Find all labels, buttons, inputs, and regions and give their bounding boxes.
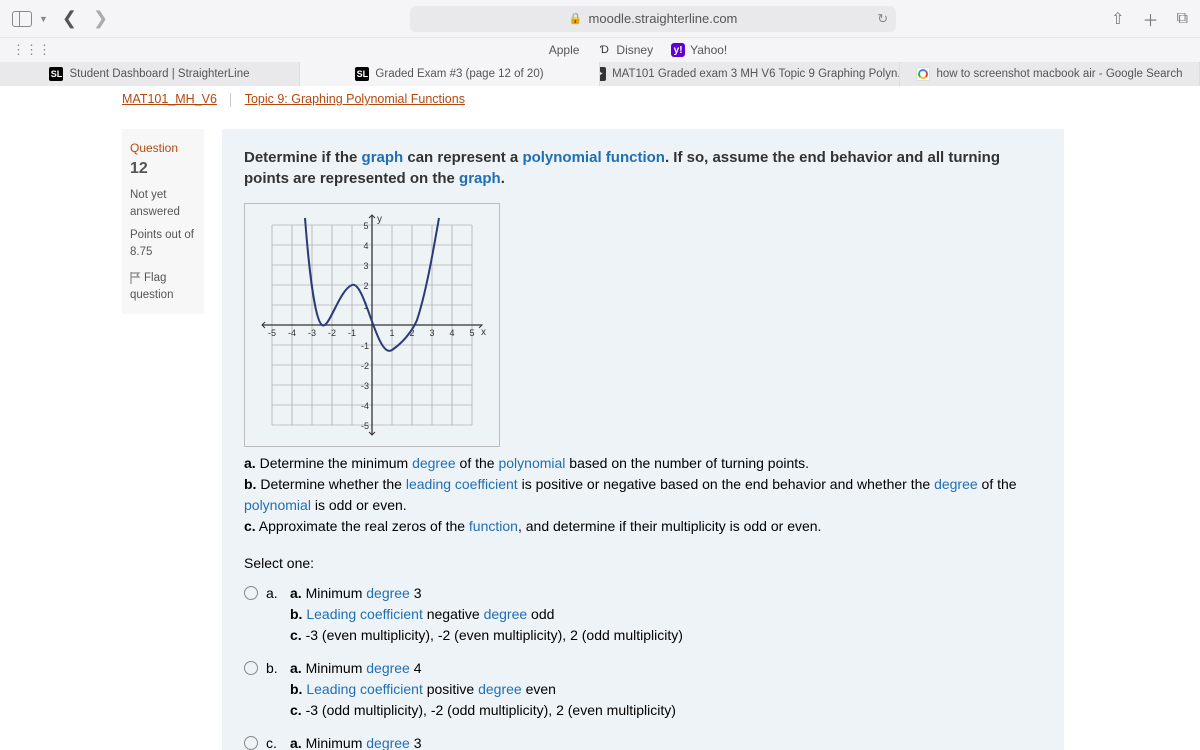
- radio-c[interactable]: [244, 736, 258, 750]
- svg-text:3: 3: [363, 261, 368, 271]
- svg-text:1: 1: [389, 328, 394, 338]
- tab-overview-icon[interactable]: ⧉: [1177, 10, 1188, 28]
- graph-image: xy -5-4-3-2-1 12345 54321 -1-2-3-4-5: [244, 203, 500, 447]
- link-graph[interactable]: graph: [459, 170, 501, 187]
- svg-text:3: 3: [429, 328, 434, 338]
- svg-text:5: 5: [469, 328, 474, 338]
- answer-options: a. a. Minimum degree 3 b. Leading coeffi…: [244, 577, 1042, 750]
- new-tab-icon[interactable]: ＋: [1143, 7, 1159, 31]
- back-button[interactable]: ❮: [62, 8, 77, 29]
- tab-bar: SLStudent Dashboard | StraighterLine SLG…: [0, 62, 1200, 86]
- breadcrumb-separator: [230, 93, 231, 107]
- disney-icon: Ɗ: [597, 43, 611, 57]
- flag-question[interactable]: Flag question: [130, 270, 196, 305]
- svg-text:-2: -2: [328, 328, 336, 338]
- svg-text:-5: -5: [268, 328, 276, 338]
- link-function[interactable]: function: [469, 518, 518, 534]
- breadcrumb-topic[interactable]: Topic 9: Graphing Polynomial Functions: [245, 92, 465, 106]
- google-icon: [916, 67, 930, 81]
- select-one-label: Select one:: [244, 555, 1042, 571]
- svg-text:4: 4: [449, 328, 454, 338]
- link-leading-coefficient[interactable]: leading coefficient: [406, 476, 518, 492]
- page-content: MAT101_MH_V6 Topic 9: Graphing Polynomia…: [0, 86, 1200, 750]
- link-polynomial-function[interactable]: polynomial function: [522, 149, 665, 166]
- tab-moodle[interactable]: ⟳MAT101 Graded exam 3 MH V6 Topic 9 Grap…: [600, 62, 900, 86]
- tab-exam[interactable]: SLGraded Exam #3 (page 12 of 20): [300, 62, 600, 86]
- svg-text:-5: -5: [361, 421, 369, 431]
- chevron-down-icon[interactable]: ▼: [39, 14, 48, 24]
- bookmark-disney[interactable]: ƊDisney: [597, 43, 653, 57]
- flag-icon: [130, 272, 142, 284]
- reload-icon[interactable]: ↻: [877, 11, 888, 27]
- link-polynomial[interactable]: polynomial: [498, 455, 565, 471]
- svg-text:2: 2: [363, 281, 368, 291]
- browser-toolbar: ▼ ❮ ❯ 🔒 moodle.straighterline.com ↻ ⇧ ＋ …: [0, 0, 1200, 38]
- share-icon[interactable]: ⇧: [1111, 9, 1124, 29]
- question-sidebar: Question 12 Not yet answered Points out …: [122, 129, 204, 750]
- url-text: moodle.straighterline.com: [589, 11, 738, 26]
- question-points: Points out of 8.75: [130, 227, 196, 262]
- sl-icon: SL: [355, 67, 369, 81]
- lock-icon: 🔒: [569, 12, 583, 25]
- yahoo-icon: y!: [671, 43, 685, 57]
- option-c[interactable]: c. a. Minimum degree 3 b. Leading coeffi…: [244, 727, 1042, 750]
- option-b[interactable]: b. a. Minimum degree 4 b. Leading coeffi…: [244, 652, 1042, 727]
- svg-text:5: 5: [363, 221, 368, 231]
- link-degree[interactable]: degree: [412, 455, 456, 471]
- svg-text:-3: -3: [361, 381, 369, 391]
- sidebar-toggle-icon[interactable]: [12, 11, 32, 27]
- svg-text:-4: -4: [361, 401, 369, 411]
- question-number: 12: [130, 160, 148, 177]
- radio-b[interactable]: [244, 661, 258, 675]
- question-status: Not yet answered: [130, 187, 196, 222]
- toolbar-right: ⇧ ＋ ⧉: [1111, 7, 1188, 31]
- link-polynomial[interactable]: polynomial: [244, 497, 311, 513]
- svg-text:y: y: [377, 214, 382, 225]
- sl-icon: SL: [49, 67, 63, 81]
- svg-text:-2: -2: [361, 361, 369, 371]
- breadcrumb-course[interactable]: MAT101_MH_V6: [122, 92, 217, 106]
- tab-google[interactable]: how to screenshot macbook air - Google S…: [900, 62, 1200, 86]
- apps-grid-icon[interactable]: ⋮⋮⋮: [12, 42, 51, 58]
- svg-text:4: 4: [363, 241, 368, 251]
- link-degree[interactable]: degree: [934, 476, 978, 492]
- svg-text:x: x: [481, 327, 486, 338]
- question-label: Question: [130, 141, 178, 155]
- svg-text:-1: -1: [348, 328, 356, 338]
- bookmarks-bar: ⋮⋮⋮ Apple ƊDisney y!Yahoo!: [0, 38, 1200, 62]
- tab-dashboard[interactable]: SLStudent Dashboard | StraighterLine: [0, 62, 300, 86]
- svg-text:-1: -1: [361, 341, 369, 351]
- question-panel: Determine if the graph can represent a p…: [222, 129, 1064, 750]
- option-a[interactable]: a. a. Minimum degree 3 b. Leading coeffi…: [244, 577, 1042, 652]
- breadcrumb: MAT101_MH_V6 Topic 9: Graphing Polynomia…: [0, 86, 1200, 113]
- bookmark-apple[interactable]: Apple: [530, 43, 580, 57]
- question-subparts: a. Determine the minimum degree of the p…: [244, 453, 1042, 537]
- link-graph[interactable]: graph: [362, 149, 404, 166]
- toolbar-left: ▼ ❮ ❯: [12, 8, 108, 29]
- bookmark-yahoo[interactable]: y!Yahoo!: [671, 43, 727, 57]
- address-bar[interactable]: 🔒 moodle.straighterline.com ↻: [410, 6, 896, 32]
- svg-text:-3: -3: [308, 328, 316, 338]
- svg-text:-4: -4: [288, 328, 296, 338]
- apple-icon: [530, 43, 544, 57]
- question-info: Question 12 Not yet answered Points out …: [122, 129, 204, 315]
- moodle-icon: ⟳: [600, 67, 606, 81]
- radio-a[interactable]: [244, 586, 258, 600]
- question-text: Determine if the graph can represent a p…: [244, 147, 1042, 189]
- forward-button[interactable]: ❯: [93, 8, 108, 29]
